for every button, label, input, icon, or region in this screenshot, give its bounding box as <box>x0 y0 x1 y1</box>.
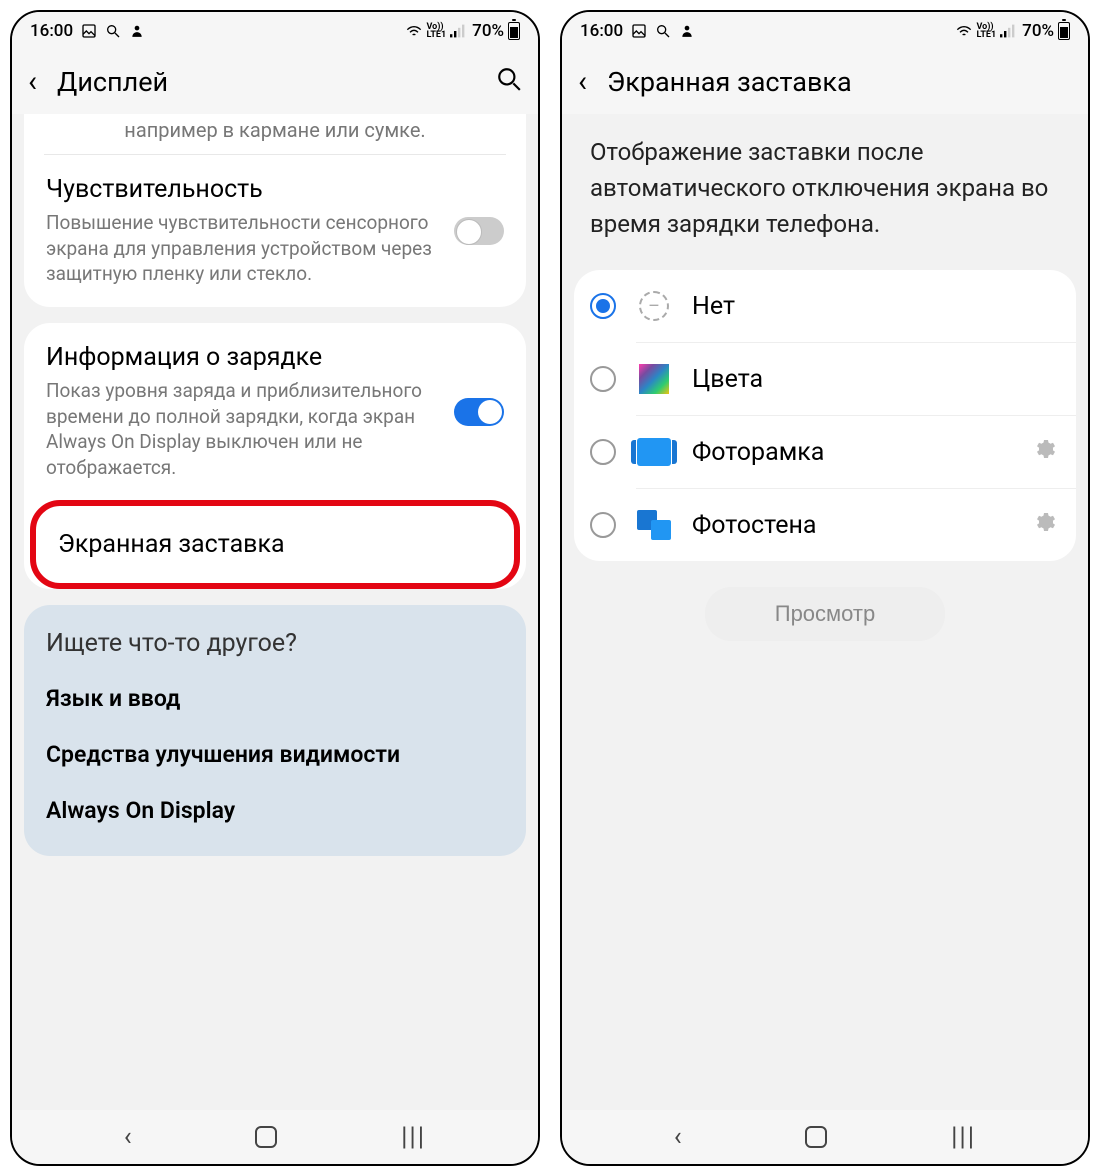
option-label: Нет <box>692 292 1056 321</box>
battery-percent: 70% <box>472 21 504 41</box>
option-label: Фоторамка <box>692 438 1014 467</box>
battery-percent: 70% <box>1022 21 1054 41</box>
sensitivity-desc: Повышение чувствительности сенсорного эк… <box>46 210 440 287</box>
sensitivity-title: Чувствительность <box>46 175 440 204</box>
gallery-icon <box>81 23 97 39</box>
option-label: Фотостена <box>692 511 1014 540</box>
nav-home[interactable] <box>255 1126 277 1148</box>
status-time: 16:00 <box>580 21 623 41</box>
page-title: Экранная заставка <box>607 66 1072 98</box>
truncated-prev-desc: например в кармане или сумке. <box>44 114 506 155</box>
sensitivity-row[interactable]: Чувствительность Повышение чувствительно… <box>24 155 526 307</box>
search-button[interactable] <box>496 66 522 99</box>
gear-icon[interactable] <box>1032 437 1056 467</box>
navigation-bar: ‹ ||| <box>12 1110 538 1164</box>
volte-icon: Vo)) LTE1 <box>426 23 446 39</box>
magnifier-icon <box>105 23 121 39</box>
battery-icon <box>1058 22 1070 40</box>
photoframe-icon <box>634 432 674 472</box>
signal-icon <box>450 23 466 39</box>
charging-info-title: Информация о зарядке <box>46 343 440 372</box>
navigation-bar: ‹ ||| <box>562 1110 1088 1164</box>
colors-icon <box>634 359 674 399</box>
status-bar: 16:00 Vo)) LTE1 70% <box>562 12 1088 50</box>
page-title: Дисплей <box>57 66 476 98</box>
sensitivity-toggle[interactable] <box>454 217 504 245</box>
radio-photowall[interactable] <box>590 512 616 538</box>
person-icon <box>679 23 695 39</box>
app-bar: ‹ Экранная заставка <box>562 50 1088 114</box>
nav-home[interactable] <box>805 1126 827 1148</box>
screensaver-title: Экранная заставка <box>58 530 492 559</box>
nav-recents[interactable]: ||| <box>401 1122 426 1152</box>
photowall-icon <box>634 505 674 545</box>
settings-card-top: например в кармане или сумке. Чувствител… <box>24 114 526 307</box>
volte-icon: Vo)) LTE1 <box>976 23 996 39</box>
screensaver-row[interactable]: Экранная заставка <box>30 500 520 589</box>
charging-info-desc: Показ уровня заряда и приблизительного в… <box>46 378 440 481</box>
magnifier-icon <box>655 23 671 39</box>
wifi-icon <box>406 23 422 39</box>
screensaver-description: Отображение заставки после автоматическо… <box>574 114 1076 270</box>
looking-link-visibility[interactable]: Средства улучшения видимости <box>46 740 504 770</box>
person-icon <box>129 23 145 39</box>
back-button[interactable]: ‹ <box>578 67 587 97</box>
radio-photoframe[interactable] <box>590 439 616 465</box>
looking-heading: Ищете что-то другое? <box>46 629 504 658</box>
phone-screensaver-settings: 16:00 Vo)) LTE1 70% ‹ Экранная заста <box>560 10 1090 1166</box>
option-none[interactable]: – Нет <box>574 270 1076 342</box>
preview-button[interactable]: Просмотр <box>705 587 945 641</box>
looking-link-aod[interactable]: Always On Display <box>46 796 504 826</box>
nav-recents[interactable]: ||| <box>951 1122 976 1152</box>
option-photowall[interactable]: Фотостена <box>574 489 1076 561</box>
app-bar: ‹ Дисплей <box>12 50 538 114</box>
option-colors[interactable]: Цвета <box>574 343 1076 415</box>
none-icon: – <box>634 286 674 326</box>
gear-icon[interactable] <box>1032 510 1056 540</box>
back-button[interactable]: ‹ <box>28 67 37 97</box>
looking-for-card: Ищете что-то другое? Язык и ввод Средств… <box>24 605 526 856</box>
looking-link-lang[interactable]: Язык и ввод <box>46 684 504 714</box>
option-photoframe[interactable]: Фоторамка <box>574 416 1076 488</box>
status-time: 16:00 <box>30 21 73 41</box>
battery-icon <box>508 22 520 40</box>
nav-back[interactable]: ‹ <box>674 1122 682 1152</box>
charging-info-toggle[interactable] <box>454 398 504 426</box>
signal-icon <box>1000 23 1016 39</box>
wifi-icon <box>956 23 972 39</box>
nav-back[interactable]: ‹ <box>124 1122 132 1152</box>
option-label: Цвета <box>692 365 1056 394</box>
gallery-icon <box>631 23 647 39</box>
charging-info-row[interactable]: Информация о зарядке Показ уровня заряда… <box>24 323 526 501</box>
screensaver-options: – Нет Цвета Фоторамка <box>574 270 1076 561</box>
status-bar: 16:00 Vo)) LTE1 70% <box>12 12 538 50</box>
radio-none[interactable] <box>590 293 616 319</box>
radio-colors[interactable] <box>590 366 616 392</box>
settings-card-charging: Информация о зарядке Показ уровня заряда… <box>24 323 526 590</box>
phone-display-settings: 16:00 Vo)) LTE1 70% ‹ Дисплей <box>10 10 540 1166</box>
